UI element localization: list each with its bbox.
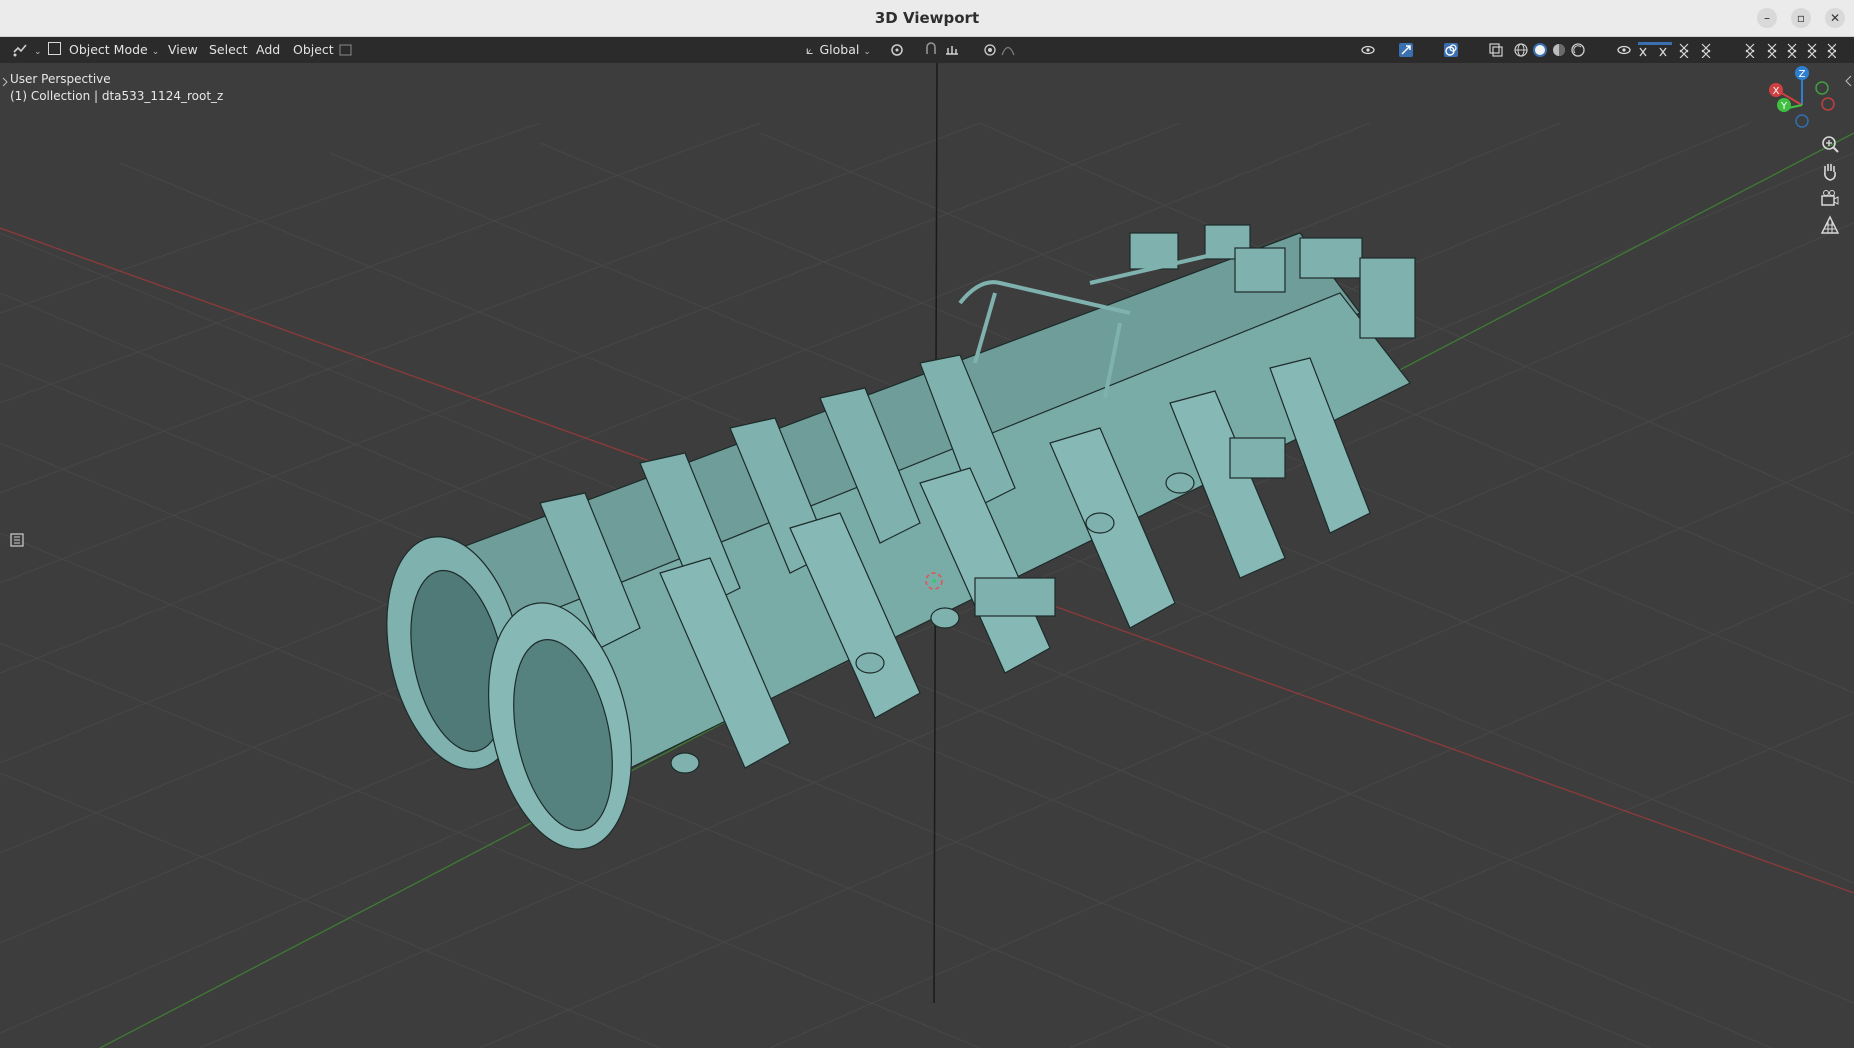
toggle-row-icon[interactable] (1676, 42, 1836, 58)
sidebar-expand-icon[interactable] (1844, 75, 1852, 87)
gizmo-z-label: Z (1799, 69, 1806, 80)
proportional-edit-icon[interactable] (982, 42, 998, 58)
gizmo-toggle-icon[interactable] (1398, 42, 1414, 58)
close-icon[interactable]: ✕ (1825, 8, 1845, 28)
transform-orientation[interactable]: ⟀ Global ⌄ (806, 37, 871, 63)
3d-viewport[interactable]: User Perspective (1) Collection | dta533… (0, 63, 1854, 1048)
menu-view[interactable]: View (168, 37, 198, 63)
orientation-icon: ⟀ (806, 42, 814, 57)
xray-icon[interactable] (1488, 42, 1504, 58)
viewport-canvas[interactable] (0, 63, 1854, 1048)
snap-icon[interactable] (924, 42, 940, 58)
object-mode-icon (48, 42, 61, 55)
menu-add[interactable]: Add (256, 37, 280, 63)
menu-select[interactable]: Select (209, 37, 248, 63)
gizmo-y-label: Y (1780, 101, 1788, 112)
toolbar-toggle-icon[interactable] (10, 533, 24, 547)
eye-icon[interactable] (1616, 42, 1632, 58)
restore-icon[interactable]: ▫ (1791, 8, 1811, 28)
snap-target-icon[interactable] (944, 42, 960, 58)
gesture-icon[interactable] (338, 42, 354, 58)
pivot-icon[interactable] (890, 42, 906, 58)
hand-pan-icon[interactable] (1818, 160, 1842, 184)
minimize-icon[interactable]: – (1757, 8, 1777, 28)
wireframe-shading-icon[interactable] (1513, 42, 1529, 58)
editor-type-caret[interactable]: ⌄ (30, 37, 42, 63)
menu-object[interactable]: Object (293, 37, 334, 63)
editor-type-icon[interactable] (12, 42, 28, 58)
rendered-shading-icon[interactable] (1570, 42, 1586, 58)
mode-selector[interactable]: Object Mode ⌄ (48, 37, 159, 63)
solid-shading-icon[interactable] (1532, 42, 1548, 58)
perspective-label: User Perspective (10, 72, 111, 86)
grid-view-icon[interactable] (1818, 213, 1842, 237)
navigation-gizmo[interactable]: Z X Y (1760, 63, 1840, 143)
orientation-label: Global (819, 42, 860, 57)
window-title: 3D Viewport (874, 9, 980, 27)
falloff-icon[interactable] (1000, 42, 1016, 58)
selectability-icon[interactable] (1636, 42, 1676, 58)
header-expand-icon[interactable] (2, 77, 8, 87)
mode-label: Object Mode (69, 42, 148, 57)
gizmo-x-label: X (1773, 86, 1780, 97)
mesh-object (386, 224, 1416, 850)
viewport-header: ⌄ Object Mode ⌄ View Select Add Object ⟀ G… (0, 37, 1854, 63)
window-titlebar: 3D Viewport – ▫ ✕ (0, 0, 1854, 37)
visibility-icon[interactable] (1360, 42, 1376, 58)
zoom-icon[interactable] (1818, 133, 1842, 157)
material-shading-icon[interactable] (1551, 42, 1567, 58)
camera-icon[interactable] (1818, 187, 1842, 211)
overlays-icon[interactable] (1443, 42, 1459, 58)
collection-label: (1) Collection | dta533_1124_root_z (10, 89, 224, 103)
